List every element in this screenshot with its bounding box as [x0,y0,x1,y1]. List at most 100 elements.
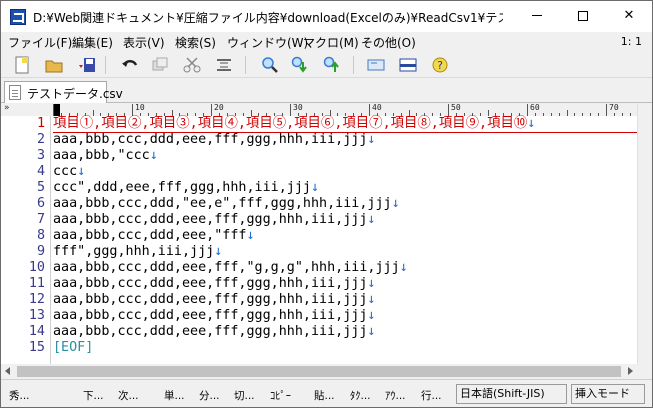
ruler-label: 30 [293,103,303,112]
line-text: ccc [53,164,78,179]
paste-icon[interactable] [215,56,233,74]
text-line[interactable]: aaa,bbb,ccc,ddd,eee,fff,ggg,hhh,iii,jjj↓ [53,212,375,228]
text-editor[interactable]: » 10 20 30 40 50 60 70 1 2 3 4 5 6 7 8 9… [1,103,637,364]
ruler-tick [551,113,552,116]
tab-file[interactable]: テストデータ.csv [4,81,123,103]
new-file-icon[interactable] [13,56,31,74]
column-ruler: » 10 20 30 40 50 60 70 [1,103,637,116]
editor-window: D:¥Web関連ドキュメント¥圧縮ファイル内容¥download(Excelのみ… [0,0,653,408]
line-text: fff",ggg,hhh,iii,jjj [53,244,215,259]
ruler-label: 60 [530,103,540,112]
search-prev-icon[interactable] [323,56,341,74]
text-line[interactable]: aaa,bbb,ccc,ddd,eee,fff,ggg,hhh,iii,jjj↓ [53,132,375,148]
close-icon: ✕ [623,8,635,23]
text-line[interactable]: aaa,bbb,ccc,ddd,eee,fff,ggg,hhh,iii,jjj↓ [53,292,375,308]
line-number: 15 [28,340,45,355]
text-line[interactable]: ccc↓ [53,164,85,180]
fn-key-1[interactable]: 秀... [9,388,30,403]
fn-key-4[interactable]: 単... [164,388,185,403]
menu-search[interactable]: 検索(S) [175,34,216,51]
menu-view[interactable]: 表示(V) [123,34,165,51]
text-line[interactable]: aaa,bbb,"ccc↓ [53,148,158,164]
fn-key-8[interactable]: 貼... [314,388,335,403]
horizontal-scroll-thumb[interactable] [17,366,621,377]
line-text: aaa,bbb,ccc,ddd,eee,"fff [53,228,247,243]
ruler-tick [53,104,54,116]
text-line[interactable]: [EOF] [53,340,93,356]
fn-key-7[interactable]: ｺﾋﾟｰ [270,388,291,403]
save-icon[interactable] [78,56,96,74]
line-number: 13 [28,308,45,323]
ruler-tick [559,113,560,116]
ruler-tick [211,104,212,116]
text-line[interactable]: ccc",ddd,eee,fff,ggg,hhh,iii,jjj↓ [53,180,319,196]
ruler-tick [622,113,623,116]
line-number: 7 [36,212,45,227]
fn-key-3[interactable]: 次... [118,388,139,403]
text-line[interactable]: aaa,bbb,ccc,ddd,eee,fff,ggg,hhh,iii,jjj↓ [53,324,375,340]
search-next-icon[interactable] [291,56,309,74]
fn-key-5[interactable]: 分... [199,388,220,403]
fn-key-10[interactable]: ｱｳ... [385,388,406,403]
line-number: 12 [28,292,45,307]
encoding-status[interactable]: 日本語(Shift-JIS) [456,384,567,404]
line-text: aaa,bbb,ccc,ddd,eee,fff,ggg,hhh,iii,jjj [53,276,368,291]
line-text: aaa,bbb,"ccc [53,148,150,163]
search-icon[interactable] [261,56,279,74]
split-icon[interactable] [399,56,417,74]
horizontal-scrollbar[interactable] [1,364,637,379]
eol-mark: ↓ [77,164,86,179]
window-icon[interactable] [367,56,385,74]
minimize-icon [532,15,542,16]
fn-key-6[interactable]: 切... [234,388,255,403]
text-line[interactable]: aaa,bbb,ccc,ddd,eee,fff,ggg,hhh,iii,jjj↓ [53,308,375,324]
line-number: 11 [28,276,45,291]
scroll-left-icon[interactable] [5,367,10,375]
toolbar-separator [353,56,354,74]
help-icon[interactable]: ? [431,56,449,74]
line-number-gutter: 1 2 3 4 5 6 7 8 9 10 11 12 13 14 15 [1,116,50,364]
text-line[interactable]: aaa,bbb,ccc,ddd,"ee,e",fff,ggg,hhh,iii,j… [53,196,400,212]
scroll-right-icon[interactable] [628,367,633,375]
title-bar[interactable]: D:¥Web関連ドキュメント¥圧縮ファイル内容¥download(Excelのみ… [1,1,652,32]
app-icon[interactable] [10,9,26,25]
scrollbar-corner [637,364,652,379]
line-text: aaa,bbb,ccc,ddd,eee,fff,ggg,hhh,iii,jjj [53,308,368,323]
text-line[interactable]: aaa,bbb,ccc,ddd,eee,fff,"g,g,g",hhh,iii,… [53,260,408,276]
eol-mark: ↓ [246,228,255,243]
maximize-button[interactable] [560,1,606,31]
copy-icon[interactable] [151,56,169,74]
tab-label: テストデータ.csv [27,87,123,101]
vertical-scrollbar[interactable] [637,104,652,364]
line-number: 5 [36,180,45,195]
eol-mark: ↓ [399,260,408,275]
text-line[interactable]: 項目①,項目②,項目③,項目④,項目⑤,項目⑥,項目⑦,項目⑧,項目⑨,項目⑩↓ [53,116,535,132]
eol-mark: ↓ [367,132,376,147]
open-folder-icon[interactable] [45,56,63,74]
text-line[interactable]: fff",ggg,hhh,iii,jjj↓ [53,244,222,260]
undo-icon[interactable] [121,56,139,74]
menu-edit[interactable]: 編集(E) [72,34,113,51]
ruler-tick [598,113,599,116]
menu-bar: ファイル(F) 編集(E) 表示(V) 検索(S) ウィンドウ(W) マクロ(M… [1,32,652,52]
minimize-button[interactable] [514,1,560,31]
ruler-label: 40 [372,103,382,112]
menu-macro[interactable]: マクロ(M) [303,34,359,51]
line-number: 14 [28,324,45,339]
ruler-label: 20 [214,103,224,112]
input-mode-status[interactable]: 挿入モード [571,384,645,404]
document-icon [9,85,21,100]
fn-key-11[interactable]: 行... [421,388,442,403]
cut-icon[interactable] [183,56,201,74]
fn-key-9[interactable]: ﾀｸ... [350,388,371,403]
text-line[interactable]: aaa,bbb,ccc,ddd,eee,"fff↓ [53,228,255,244]
text-line[interactable]: aaa,bbb,ccc,ddd,eee,fff,ggg,hhh,iii,jjj↓ [53,276,375,292]
menu-window[interactable]: ウィンドウ(W) [227,34,308,51]
fn-key-2[interactable]: 下... [83,388,104,403]
eol-mark: ↓ [367,292,376,307]
ruler-tick [630,113,631,116]
menu-other[interactable]: その他(O) [361,34,416,51]
line-number: 1 [36,116,45,131]
close-button[interactable]: ✕ [606,1,652,31]
menu-file[interactable]: ファイル(F) [8,34,72,51]
